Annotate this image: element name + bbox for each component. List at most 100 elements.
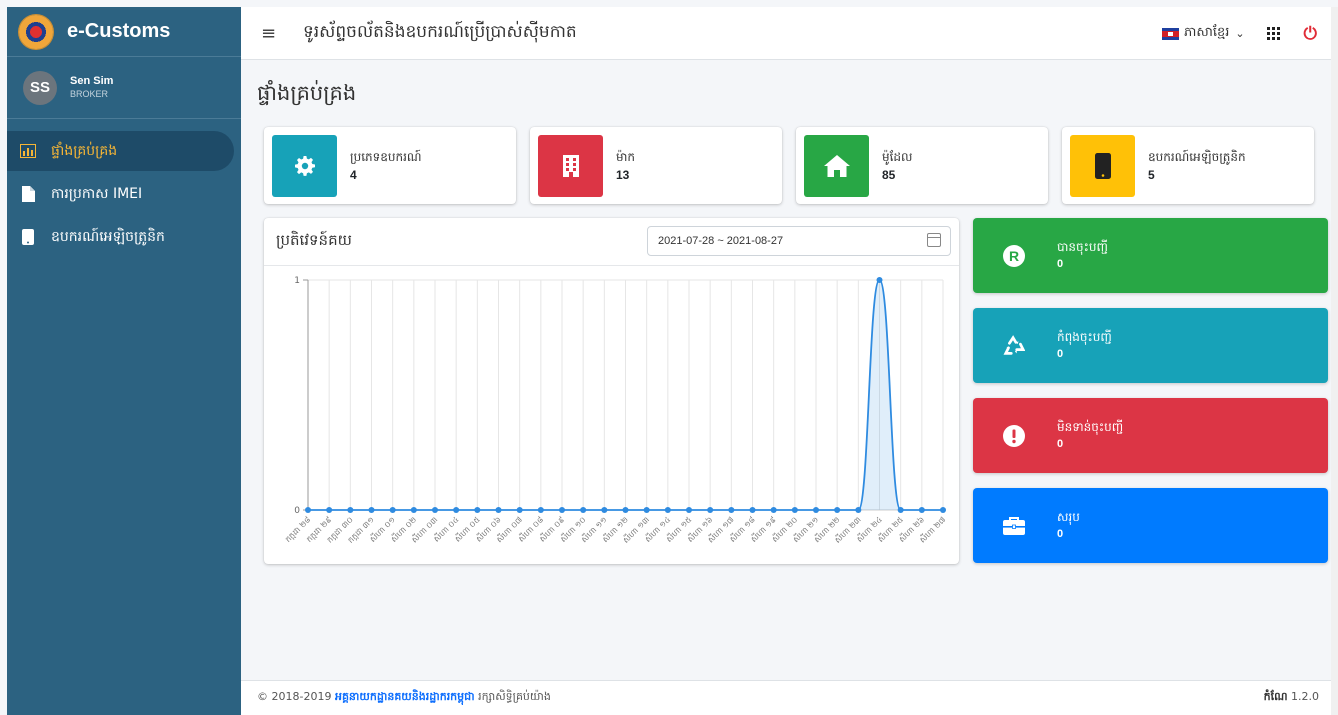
chart-point [855, 507, 862, 513]
gear-icon [272, 134, 337, 197]
chart-point [622, 507, 629, 513]
chart-point [347, 507, 354, 513]
info-box-label: ម៉ូដែល [882, 149, 913, 164]
info-box-value: 5 [1148, 167, 1155, 182]
footer-org-link[interactable]: អគ្គនាយកដ្ឋានគយនិងរដ្ឋាករកម្ពុជា [335, 690, 475, 703]
avatar: SS [23, 70, 57, 105]
sidebar-item-dashboard[interactable]: ផ្ទាំងគ្រប់គ្រង [7, 131, 234, 171]
hamburger-menu-icon[interactable]: ≡ [261, 23, 281, 44]
status-box-label: មិនទាន់ចុះបញ្ជី [1057, 420, 1124, 434]
chart-point [432, 507, 438, 513]
sidebar-nav: ផ្ទាំងគ្រប់គ្រង ការប្រកាស IMEI ឧបករណ៍អេឡ… [7, 119, 241, 257]
sidebar-item-label: ការប្រកាស IMEI [51, 185, 143, 202]
status-box-label: សរុប [1057, 510, 1080, 524]
footer: © 2018-2019 អគ្គនាយកដ្ឋានគយនិងរដ្ឋាករកម្… [241, 680, 1331, 715]
chart-point [749, 507, 756, 513]
page-scrollbar[interactable] [1331, 7, 1338, 715]
chart-point [707, 507, 714, 513]
status-box-value: 0 [1057, 348, 1064, 360]
chart-point [368, 507, 375, 513]
recycle-icon [1003, 335, 1025, 357]
cambodia-flag-icon [1161, 27, 1179, 40]
briefcase-icon [1003, 515, 1025, 537]
customs-declaration-chart-card: ប្រតិវេទន៍គយ 2021-07-28 ~ 2021-08-27 01ក… [264, 218, 959, 564]
info-box-label: ប្រភេទឧបករណ៍ [350, 149, 422, 164]
language-label: ភាសាខ្មែរ [1183, 25, 1230, 40]
building-icon [538, 134, 603, 197]
info-box-electronic-devices[interactable]: ឧបករណ៍អេឡិចត្រូនិក 5 [1062, 127, 1314, 204]
status-box-value: 0 [1057, 438, 1064, 450]
mobile-icon [19, 228, 37, 246]
chart-point [791, 507, 798, 513]
status-box-label: កំពុងចុះបញ្ជី [1057, 330, 1112, 344]
footer-rights: រក្សាសិទ្ធិគ្រប់យ៉ាង [478, 690, 551, 703]
status-box-registered[interactable]: R បានចុះបញ្ជី 0 [973, 218, 1328, 293]
status-box-registering[interactable]: កំពុងចុះបញ្ជី 0 [973, 308, 1328, 383]
top-navbar: ≡ ទូរស័ព្ទចល័តនិងឧបករណ៍ប្រើប្រាស់ស៊ីមកាត… [241, 7, 1331, 60]
chart-point [453, 507, 460, 513]
power-logout-icon[interactable]: ⏻ [1304, 24, 1317, 44]
brand-name: e-Customs [67, 20, 171, 42]
info-box-models[interactable]: ម៉ូដែល 85 [796, 127, 1048, 204]
site-title: ទូរស័ព្ទចល័តនិងឧបករណ៍ប្រើប្រាស់ស៊ីមកាត [303, 21, 577, 42]
chart-point [643, 507, 650, 513]
chart-point [410, 507, 417, 513]
chart-point [601, 507, 608, 513]
customs-logo-icon [19, 14, 53, 49]
chart-point [516, 507, 523, 513]
info-box-value: 13 [616, 167, 630, 182]
chart-point [897, 507, 904, 513]
brand[interactable]: e-Customs [7, 7, 241, 57]
chart-point [559, 507, 565, 513]
chart-point [940, 507, 946, 513]
chart-point [580, 507, 587, 513]
chart-icon [19, 142, 37, 160]
main-content: ផ្ទាំងគ្រប់គ្រង ប្រភេទឧបករណ៍ 4 ម៉ាក 13 ម… [241, 60, 1331, 680]
status-box-value: 0 [1057, 258, 1064, 270]
registered-icon: R [1003, 245, 1025, 267]
info-box-value: 85 [882, 167, 896, 182]
sidebar-item-label: ផ្ទាំងគ្រប់គ្រង [51, 142, 118, 159]
sidebar-item-imei-declaration[interactable]: ការប្រកាស IMEI [7, 174, 234, 214]
chart-point [876, 277, 883, 283]
info-box-value: 4 [350, 167, 357, 182]
sidebar: e-Customs SS Sen Sim BROKER ផ្ទាំងគ្រប់គ… [7, 7, 241, 715]
chart-card-title: ប្រតិវេទន៍គយ [276, 231, 352, 249]
chart-point [326, 507, 333, 513]
chart-y-tick-label: 1 [294, 276, 300, 286]
chart-point [918, 507, 925, 513]
info-box-label: ម៉ាក [616, 149, 636, 164]
chart-point [834, 507, 841, 513]
chart-point [686, 507, 692, 513]
chart-point [495, 507, 502, 513]
home-icon [804, 134, 869, 197]
status-box-total[interactable]: សរុប 0 [973, 488, 1328, 563]
sidebar-item-electronic-devices[interactable]: ឧបករណ៍អេឡិចត្រូនិក [7, 217, 234, 257]
user-panel[interactable]: SS Sen Sim BROKER [7, 57, 241, 119]
sidebar-item-label: ឧបករណ៍អេឡិចត្រូនិក [51, 228, 165, 245]
date-range-value: 2021-07-28 ~ 2021-08-27 [658, 235, 784, 247]
apps-grid-icon[interactable] [1266, 27, 1280, 40]
mobile-icon [1070, 134, 1135, 197]
footer-version-label: កំណែ [1263, 690, 1288, 703]
chart-point [813, 507, 819, 513]
calendar-icon [927, 233, 941, 247]
user-name: Sen Sim [70, 75, 114, 87]
status-box-not-registered[interactable]: មិនទាន់ចុះបញ្ជី 0 [973, 398, 1328, 473]
language-dropdown[interactable]: ភាសាខ្មែរ ⌄ [1161, 24, 1245, 43]
svg-text:R: R [1009, 248, 1019, 264]
chart-point [474, 507, 481, 513]
info-box-label: ឧបករណ៍អេឡិចត្រូនិក [1148, 149, 1246, 164]
chart-point [305, 507, 311, 513]
status-box-value: 0 [1057, 528, 1064, 540]
chart-point [728, 507, 735, 513]
chart-y-tick-label: 0 [294, 506, 300, 516]
info-box-brands[interactable]: ម៉ាក 13 [530, 127, 782, 204]
chart-point [770, 507, 777, 513]
date-range-picker[interactable]: 2021-07-28 ~ 2021-08-27 [647, 226, 951, 256]
info-box-device-types[interactable]: ប្រភេទឧបករណ៍ 4 [264, 127, 516, 204]
user-role: BROKER [70, 89, 109, 99]
footer-copyright: © 2018-2019 [257, 690, 332, 703]
exclamation-icon [1003, 425, 1025, 447]
chart-point [389, 507, 396, 513]
